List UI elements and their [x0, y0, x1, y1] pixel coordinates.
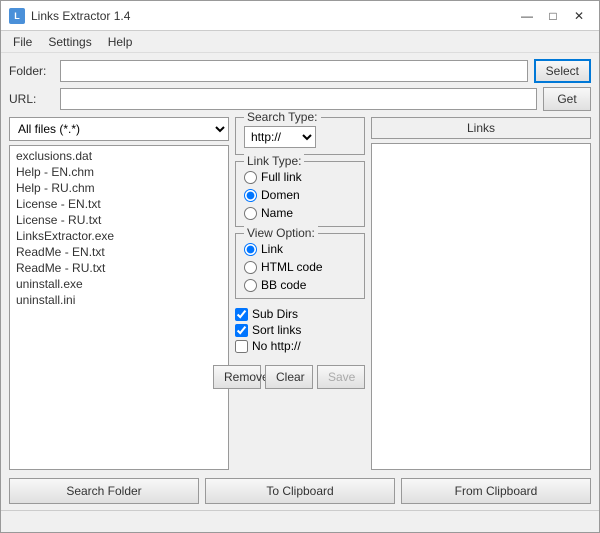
folder-input[interactable]	[60, 60, 528, 82]
no-http-row: No http://	[235, 339, 365, 353]
list-item[interactable]: ReadMe - EN.txt	[12, 244, 226, 260]
bottom-row: Search Folder To Clipboard From Clipboar…	[9, 478, 591, 504]
search-type-dropdown[interactable]: http:// https:// ftp:// any	[244, 126, 316, 148]
sub-dirs-label: Sub Dirs	[252, 307, 298, 321]
file-list[interactable]: exclusions.datHelp - EN.chmHelp - RU.chm…	[9, 145, 229, 470]
url-input[interactable]	[60, 88, 537, 110]
middle-panel: Search Type: http:// https:// ftp:// any…	[235, 117, 365, 470]
content-area: Folder: Select URL: Get All files (*.*) …	[1, 53, 599, 510]
app-icon: L	[9, 8, 25, 24]
link-type-group: Link Type: Full link Domen Name	[235, 161, 365, 227]
checkboxes-area: Sub Dirs Sort links No http://	[235, 305, 365, 357]
view-html: HTML code	[244, 260, 356, 274]
list-item[interactable]: License - RU.txt	[12, 212, 226, 228]
file-filter-dropdown[interactable]: All files (*.*) *.txt *.htm *.html	[9, 117, 229, 141]
radio-full-link[interactable]	[244, 171, 257, 184]
action-buttons: Remove Clear Save	[235, 365, 365, 389]
maximize-button[interactable]: □	[541, 6, 565, 26]
menu-bar: File Settings Help	[1, 31, 599, 53]
svg-text:L: L	[14, 11, 20, 21]
folder-row: Folder: Select	[9, 59, 591, 83]
radio-link-label: Link	[261, 242, 283, 256]
radio-bb-code[interactable]	[244, 279, 257, 292]
left-panel: All files (*.*) *.txt *.htm *.html exclu…	[9, 117, 229, 470]
search-folder-button[interactable]: Search Folder	[9, 478, 199, 504]
title-bar: L Links Extractor 1.4 — □ ✕	[1, 1, 599, 31]
links-area[interactable]	[371, 143, 591, 470]
radio-html-code[interactable]	[244, 261, 257, 274]
sort-links-label: Sort links	[252, 323, 301, 337]
list-item[interactable]: LinksExtractor.exe	[12, 228, 226, 244]
radio-bb-label: BB code	[261, 278, 306, 292]
link-type-label: Link Type:	[244, 154, 304, 168]
link-type-full: Full link	[244, 170, 356, 184]
main-area: All files (*.*) *.txt *.htm *.html exclu…	[9, 117, 591, 470]
clear-button[interactable]: Clear	[265, 365, 313, 389]
sort-links-row: Sort links	[235, 323, 365, 337]
url-label: URL:	[9, 92, 54, 106]
radio-link[interactable]	[244, 243, 257, 256]
sub-dirs-checkbox[interactable]	[235, 308, 248, 321]
list-item[interactable]: ReadMe - RU.txt	[12, 260, 226, 276]
list-item[interactable]: uninstall.ini	[12, 292, 226, 308]
list-item[interactable]: Help - RU.chm	[12, 180, 226, 196]
from-clipboard-button[interactable]: From Clipboard	[401, 478, 591, 504]
view-link: Link	[244, 242, 356, 256]
link-type-domen: Domen	[244, 188, 356, 202]
window-controls: — □ ✕	[515, 6, 591, 26]
radio-domen-label: Domen	[261, 188, 300, 202]
view-option-label: View Option:	[244, 226, 318, 240]
search-type-label: Search Type:	[244, 110, 321, 124]
status-bar	[1, 510, 599, 532]
to-clipboard-button[interactable]: To Clipboard	[205, 478, 395, 504]
close-button[interactable]: ✕	[567, 6, 591, 26]
search-type-group: Search Type: http:// https:// ftp:// any	[235, 117, 365, 155]
window-title: Links Extractor 1.4	[31, 9, 515, 23]
menu-file[interactable]: File	[5, 33, 40, 50]
sub-dirs-row: Sub Dirs	[235, 307, 365, 321]
search-type-row: http:// https:// ftp:// any	[244, 126, 356, 148]
list-item[interactable]: uninstall.exe	[12, 276, 226, 292]
sort-links-checkbox[interactable]	[235, 324, 248, 337]
no-http-checkbox[interactable]	[235, 340, 248, 353]
select-button[interactable]: Select	[534, 59, 591, 83]
menu-help[interactable]: Help	[100, 33, 141, 50]
radio-full-link-label: Full link	[261, 170, 302, 184]
view-bb: BB code	[244, 278, 356, 292]
minimize-button[interactable]: —	[515, 6, 539, 26]
save-button[interactable]: Save	[317, 365, 365, 389]
right-panel: Links	[371, 117, 591, 470]
radio-html-label: HTML code	[261, 260, 323, 274]
get-button[interactable]: Get	[543, 87, 591, 111]
view-option-group: View Option: Link HTML code BB code	[235, 233, 365, 299]
remove-button[interactable]: Remove	[213, 365, 261, 389]
list-item[interactable]: exclusions.dat	[12, 148, 226, 164]
url-row: URL: Get	[9, 87, 591, 111]
main-window: L Links Extractor 1.4 — □ ✕ File Setting…	[0, 0, 600, 533]
radio-name[interactable]	[244, 207, 257, 220]
menu-settings[interactable]: Settings	[40, 33, 99, 50]
radio-domen[interactable]	[244, 189, 257, 202]
links-header: Links	[371, 117, 591, 139]
radio-name-label: Name	[261, 206, 293, 220]
list-item[interactable]: License - EN.txt	[12, 196, 226, 212]
list-item[interactable]: Help - EN.chm	[12, 164, 226, 180]
folder-label: Folder:	[9, 64, 54, 78]
no-http-label: No http://	[252, 339, 301, 353]
link-type-name: Name	[244, 206, 356, 220]
